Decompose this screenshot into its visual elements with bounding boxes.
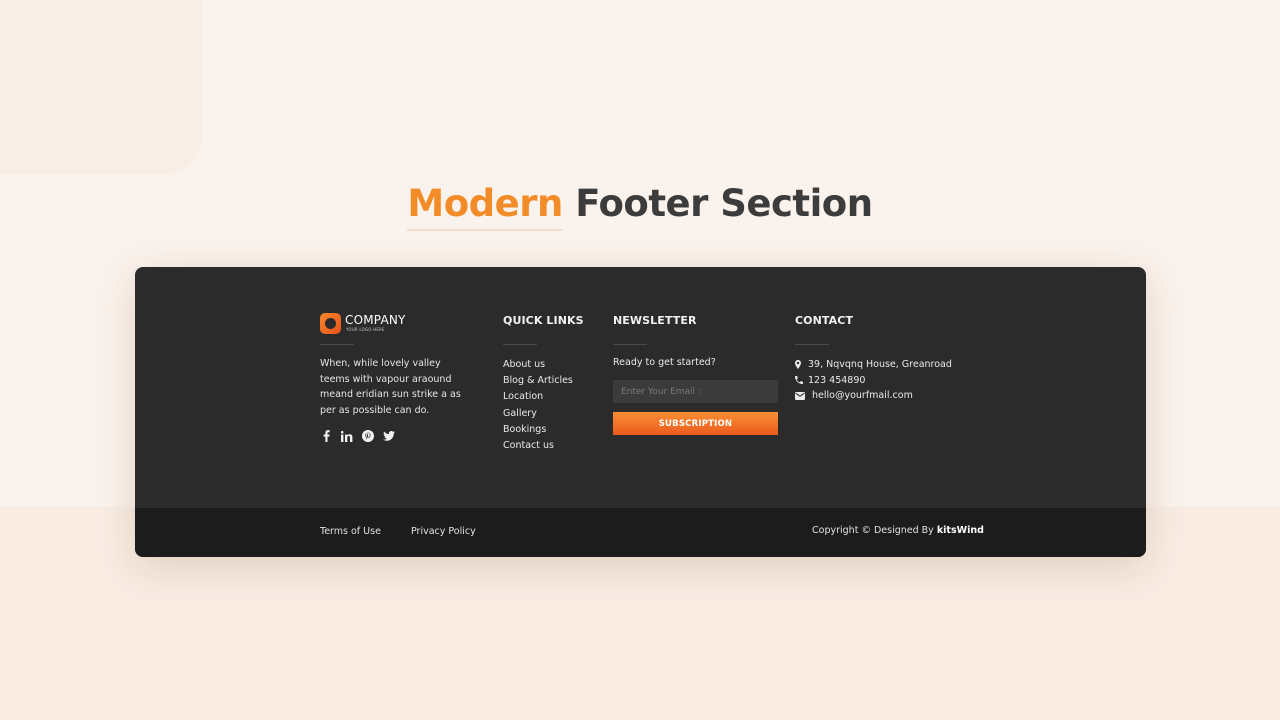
quick-link-location[interactable]: Location: [503, 389, 573, 405]
quick-link-gallery[interactable]: Gallery: [503, 406, 573, 422]
footer-bottom-bar: [135, 508, 1146, 557]
logo-name: COMPANY: [345, 313, 406, 327]
newsletter-prompt: Ready to get started?: [613, 357, 716, 368]
company-description: When, while lovely valley teems with vap…: [320, 358, 461, 416]
page-title-rest: Footer Section: [575, 182, 873, 225]
map-marker-icon: [795, 360, 808, 370]
privacy-policy-link[interactable]: Privacy Policy: [411, 526, 476, 537]
copyright-brand[interactable]: kitsWind: [937, 525, 984, 536]
company-logo[interactable]: COMPANY YOUR LOGO HERE: [320, 313, 420, 337]
social-links: [320, 429, 395, 443]
envelope-icon: [795, 391, 812, 400]
page-title: Modern Footer Section: [0, 182, 1280, 231]
newsletter-email-input[interactable]: [613, 380, 778, 403]
contact-phone-text: 123 454890: [808, 374, 866, 386]
decorative-corner-shape: [0, 0, 202, 174]
contact-email: hello@yourfmail.com: [795, 388, 952, 404]
quick-link-contact-us[interactable]: Contact us: [503, 438, 573, 454]
divider: [320, 344, 354, 345]
divider: [503, 344, 537, 345]
contact-address-text: 39, Nqvqnq House, Greanroad: [808, 359, 952, 371]
contact-email-text[interactable]: hello@yourfmail.com: [812, 390, 913, 401]
quick-link-blog-articles[interactable]: Blog & Articles: [503, 373, 573, 389]
twitter-icon[interactable]: [383, 429, 395, 443]
terms-of-use-link[interactable]: Terms of Use: [320, 526, 381, 537]
quick-link-bookings[interactable]: Bookings: [503, 422, 573, 438]
quick-links-list: About us Blog & Articles Location Galler…: [503, 357, 573, 454]
contact-title: CONTACT: [795, 314, 854, 327]
copyright-prefix: Copyright © Designed By: [812, 525, 934, 536]
logo-tagline: YOUR LOGO HERE: [346, 327, 385, 332]
quick-links-title: QUICK LINKS: [503, 314, 584, 327]
facebook-icon[interactable]: [320, 429, 332, 443]
copyright-text: Copyright © Designed By kitsWind: [812, 525, 984, 536]
newsletter-title: NEWSLETTER: [613, 314, 697, 327]
quick-link-about-us[interactable]: About us: [503, 357, 573, 373]
contact-address: 39, Nqvqnq House, Greanroad: [795, 357, 952, 373]
linkedin-icon[interactable]: [341, 429, 353, 443]
logo-mark-icon: [320, 313, 341, 334]
pinterest-icon[interactable]: [362, 429, 374, 443]
page-title-accent: Modern: [407, 182, 563, 231]
contact-list: 39, Nqvqnq House, Greanroad 123 454890 h…: [795, 357, 952, 404]
phone-icon: [795, 376, 808, 385]
contact-phone: 123 454890: [795, 373, 952, 389]
footer: COMPANY YOUR LOGO HERE When, while lovel…: [135, 267, 1146, 557]
subscription-button[interactable]: SUBSCRIPTION: [613, 412, 778, 435]
divider: [795, 344, 829, 345]
divider: [613, 344, 647, 345]
